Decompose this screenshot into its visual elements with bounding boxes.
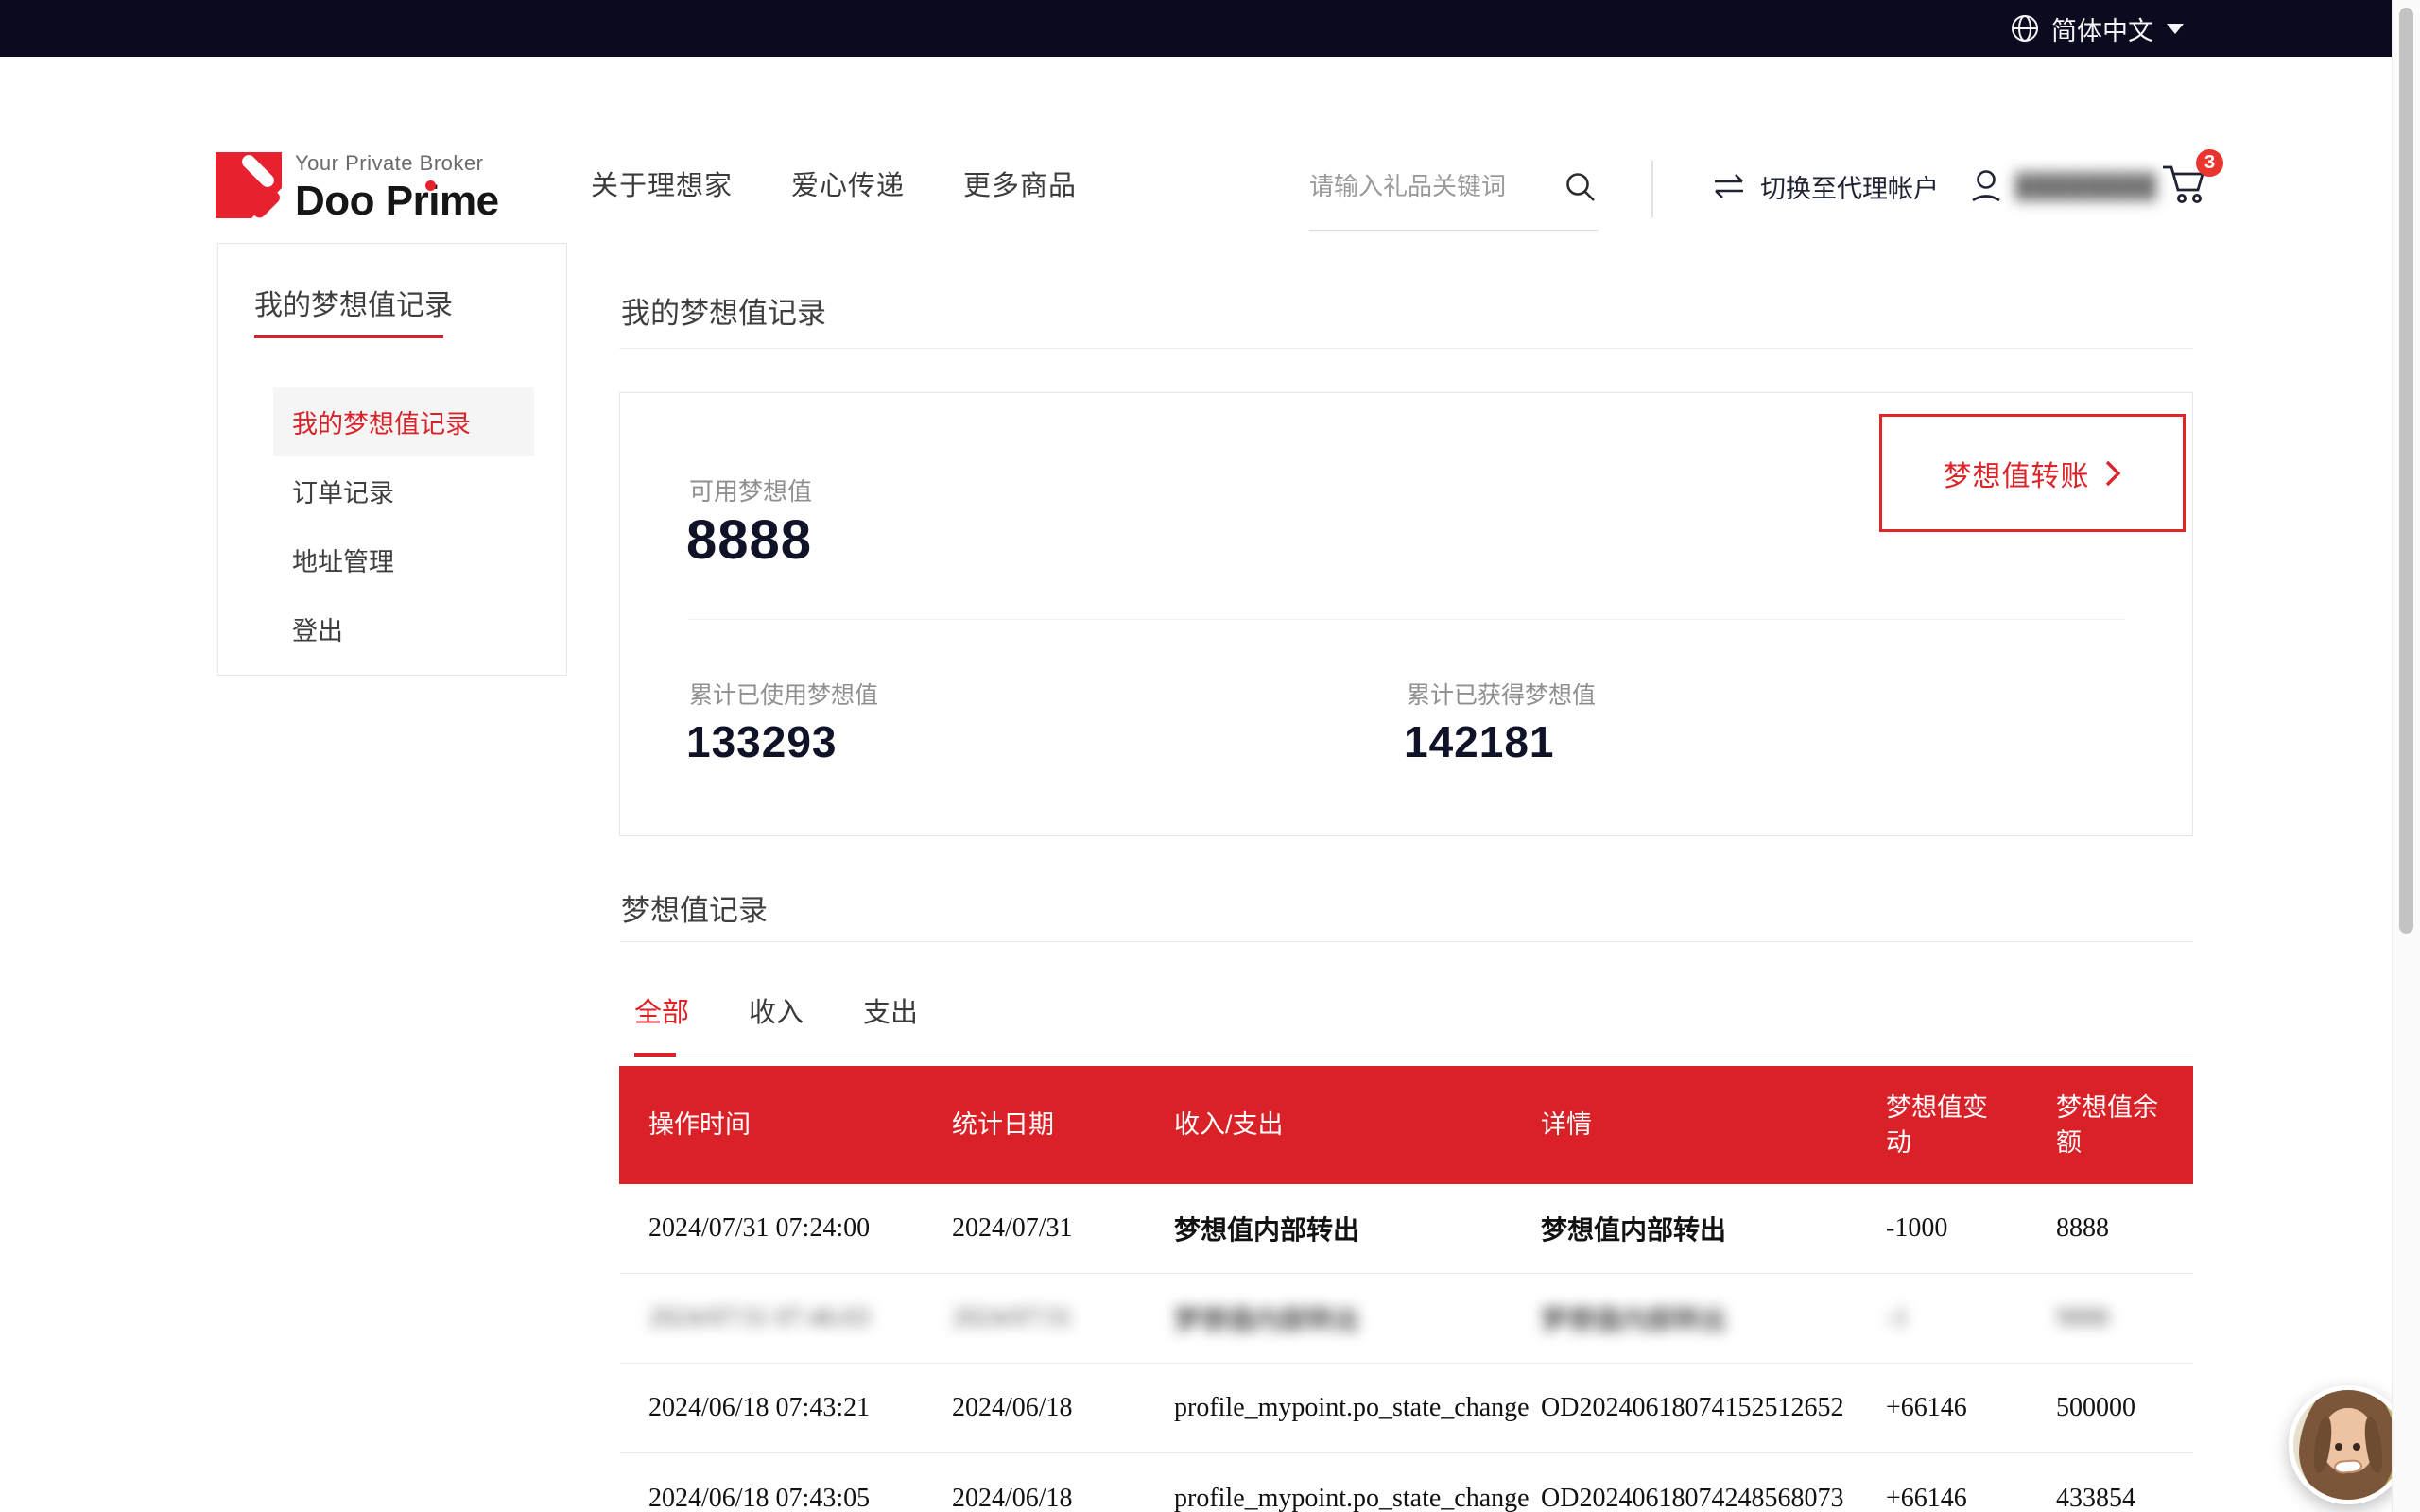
sidebar-title-underline [254, 335, 443, 338]
search-icon [1564, 170, 1598, 204]
main-nav: 关于理想家 爱心传递 更多商品 [591, 161, 1077, 212]
records-table: 操作时间 统计日期 收入/支出 详情 梦想值变动 梦想值余额 2024/07/3… [619, 1066, 2193, 1512]
cell-change: -1 [1886, 1303, 2056, 1333]
used-points-label: 累计已使用梦想值 [689, 677, 878, 711]
sidebar-item-order-records[interactable]: 订单记录 [218, 456, 566, 525]
sidebar-item-dream-records[interactable]: 我的梦想值记录 [273, 387, 534, 456]
table-row-redacted: 2024/07/31 07:46:03 2024/07/31 梦想值内部转出 梦… [619, 1274, 2193, 1364]
cell-time: 2024/07/31 07:24:00 [648, 1213, 952, 1244]
user-icon [1968, 166, 2004, 206]
header-divider [1651, 161, 1653, 217]
topbar: 简体中文 [0, 0, 2420, 57]
table-row: 2024/06/18 07:43:21 2024/06/18 profile_m… [619, 1364, 2193, 1453]
cell-detail: 梦想值内部转出 [1541, 1299, 1886, 1337]
cell-change: +66146 [1886, 1484, 2056, 1512]
nav-item-charity[interactable]: 爱心传递 [791, 161, 905, 212]
cell-type: 梦想值内部转出 [1174, 1299, 1541, 1337]
col-income-expense: 收入/支出 [1174, 1108, 1541, 1143]
records-divider [619, 941, 2193, 942]
col-points-balance: 梦想值余额 [2056, 1091, 2193, 1160]
globe-icon [2010, 13, 2040, 43]
username-redacted: ████████ [2015, 173, 2157, 200]
col-stat-date: 统计日期 [952, 1108, 1174, 1143]
account-menu[interactable]: ████████ [1968, 161, 2157, 212]
sidebar-item-logout[interactable]: 登出 [218, 594, 566, 663]
cell-balance: 500000 [2056, 1393, 2193, 1423]
header: Your Private Broker Doo Prime 关于理想家 爱心传递… [0, 57, 2420, 203]
earned-points-label: 累计已获得梦想值 [1407, 677, 1596, 711]
sidebar-item-address-management[interactable]: 地址管理 [218, 525, 566, 594]
logo[interactable]: Your Private Broker Doo Prime [216, 151, 613, 219]
col-points-change: 梦想值变动 [1886, 1091, 2056, 1160]
available-points-value: 8888 [686, 508, 812, 572]
table-header-row: 操作时间 统计日期 收入/支出 详情 梦想值变动 梦想值余额 [619, 1066, 2193, 1184]
tab-income[interactable]: 收入 [749, 973, 804, 1057]
cell-detail: OD20240618074152512652 [1541, 1393, 1886, 1423]
cell-type: 梦想值内部转出 [1174, 1210, 1541, 1247]
sidebar-title: 我的梦想值记录 [254, 282, 566, 323]
tab-expense[interactable]: 支出 [863, 973, 918, 1057]
available-points-label: 可用梦想值 [689, 472, 812, 507]
records-tabs: 全部 收入 支出 [619, 973, 2193, 1057]
cell-balance: 8888 [2056, 1213, 2193, 1244]
cell-date: 2024/06/18 [952, 1393, 1174, 1423]
title-divider [619, 348, 2193, 349]
chevron-down-icon [2167, 24, 2184, 34]
transfer-points-label: 梦想值转账 [1944, 453, 2090, 494]
cart-button[interactable]: 3 [2159, 159, 2216, 215]
transfer-points-button[interactable]: 梦想值转账 [1879, 414, 2186, 532]
search-button[interactable] [1564, 170, 1598, 204]
cell-change: -1000 [1886, 1213, 2056, 1244]
brand-i-dot [425, 180, 436, 191]
support-avatar[interactable] [2289, 1385, 2408, 1504]
nav-item-more-products[interactable]: 更多商品 [963, 161, 1077, 212]
cell-time: 2024/07/31 07:46:03 [648, 1303, 952, 1333]
sidebar: 我的梦想值记录 我的梦想值记录 订单记录 地址管理 登出 [217, 243, 567, 676]
cell-date: 2024/07/31 [952, 1213, 1174, 1244]
scrollbar-thumb[interactable] [2399, 8, 2413, 934]
cell-date: 2024/06/18 [952, 1484, 1174, 1512]
search-input[interactable] [1309, 161, 1546, 212]
nav-item-about[interactable]: 关于理想家 [591, 161, 733, 212]
switch-account-label: 切换至代理帐户 [1760, 168, 1939, 205]
col-detail: 详情 [1541, 1108, 1886, 1143]
cell-detail: 梦想值内部转出 [1541, 1210, 1886, 1247]
summary-card: 可用梦想值 8888 梦想值转账 累计已使用梦想值 133293 累计已获得梦想… [619, 392, 2193, 836]
tab-all[interactable]: 全部 [634, 973, 689, 1057]
table-row: 2024/06/18 07:43:05 2024/06/18 profile_m… [619, 1453, 2193, 1512]
cell-time: 2024/06/18 07:43:05 [648, 1484, 952, 1512]
page: 简体中文 Your Private Broker Doo Prime 关于理想家… [0, 0, 2420, 1512]
logo-brand: Doo Prime [295, 178, 499, 225]
cell-type: profile_mypoint.po_state_change [1174, 1484, 1541, 1512]
cell-date: 2024/07/31 [952, 1303, 1174, 1333]
chevron-right-icon [2103, 457, 2122, 490]
swap-arrows-icon [1711, 171, 1747, 201]
used-points-value: 133293 [686, 716, 838, 767]
cell-balance: 9888 [2056, 1303, 2193, 1333]
cart-count-badge: 3 [2196, 149, 2223, 177]
scrollbar[interactable] [2392, 0, 2420, 1512]
card-divider [689, 619, 2124, 620]
records-section-title: 梦想值记录 [621, 886, 768, 929]
cell-detail: OD20240618074248568073 [1541, 1484, 1886, 1512]
cell-change: +66146 [1886, 1393, 2056, 1423]
sidebar-menu: 我的梦想值记录 订单记录 地址管理 登出 [218, 387, 566, 663]
cell-type: profile_mypoint.po_state_change [1174, 1393, 1541, 1423]
language-label: 简体中文 [2051, 10, 2153, 47]
table-row: 2024/07/31 07:24:00 2024/07/31 梦想值内部转出 梦… [619, 1184, 2193, 1274]
earned-points-value: 142181 [1404, 716, 1555, 767]
cell-time: 2024/06/18 07:43:21 [648, 1393, 952, 1423]
col-operation-time: 操作时间 [648, 1108, 952, 1143]
search-bar [1309, 161, 1598, 231]
language-selector[interactable]: 简体中文 [2010, 0, 2184, 57]
logo-tagline: Your Private Broker [295, 151, 499, 176]
switch-account-button[interactable]: 切换至代理帐户 [1711, 161, 1939, 212]
logo-mark-icon [216, 152, 282, 218]
cell-balance: 433854 [2056, 1484, 2193, 1512]
page-title: 我的梦想值记录 [621, 289, 826, 332]
